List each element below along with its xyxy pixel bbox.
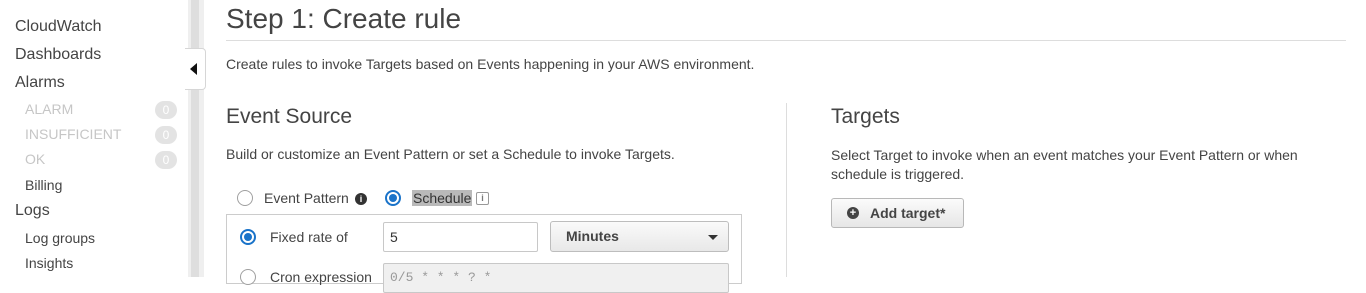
info-icon[interactable]: i [476, 192, 489, 205]
nav-ok-state[interactable]: OK [25, 151, 45, 167]
fixed-rate-radio[interactable] [240, 229, 256, 245]
rate-unit-value: Minutes [566, 228, 619, 244]
targets-description: Select Target to invoke when an event ma… [831, 147, 1298, 182]
cron-expression-label[interactable]: Cron expression [270, 269, 372, 285]
section-divider [786, 103, 787, 277]
nav-cloudwatch[interactable]: CloudWatch [15, 18, 102, 36]
info-icon[interactable]: i [355, 193, 367, 205]
collapse-sidebar-button[interactable] [185, 48, 206, 90]
nav-log-groups[interactable]: Log groups [25, 230, 95, 246]
add-target-label: Add target* [870, 205, 946, 221]
nav-insufficient-state[interactable]: INSUFFICIENT [25, 126, 121, 142]
fixed-rate-label[interactable]: Fixed rate of [270, 229, 348, 245]
sidebar: CloudWatch Dashboards Alarms ALARM 0 INS… [0, 0, 188, 277]
cron-expression-input[interactable]: 0/5 * * * ? * [383, 263, 729, 293]
rate-unit-select[interactable]: Minutes [550, 221, 729, 252]
nav-billing[interactable]: Billing [25, 177, 62, 193]
nav-logs[interactable]: Logs [15, 202, 50, 220]
page-title: Step 1: Create rule [226, 3, 462, 34]
fixed-rate-input[interactable]: 5 [383, 222, 538, 252]
alarm-count-badge: 0 [155, 101, 177, 119]
nav-alarms[interactable]: Alarms [15, 74, 65, 92]
chevron-down-icon [708, 235, 718, 240]
insufficient-count-badge: 0 [155, 126, 177, 144]
event-source-description: Build or customize an Event Pattern or s… [226, 146, 675, 162]
caret-left-icon [190, 63, 197, 75]
nav-insights[interactable]: Insights [25, 255, 73, 271]
nav-alarm-state[interactable]: ALARM [25, 101, 73, 117]
schedule-label[interactable]: Schedule [412, 190, 473, 206]
cron-expression-radio[interactable] [240, 269, 256, 285]
page-description: Create rules to invoke Targets based on … [226, 56, 755, 72]
event-pattern-radio[interactable] [237, 190, 253, 206]
nav-dashboards[interactable]: Dashboards [15, 46, 101, 64]
ok-count-badge: 0 [155, 151, 177, 169]
title-divider [226, 40, 1346, 41]
add-target-button[interactable]: + Add target* [831, 198, 964, 228]
schedule-radio[interactable] [385, 190, 401, 206]
targets-heading: Targets [831, 105, 900, 128]
event-source-heading: Event Source [226, 105, 353, 128]
plus-circle-icon: + [847, 207, 859, 219]
event-pattern-label[interactable]: Event Pattern [264, 190, 349, 206]
sidebar-scroll-thumb[interactable] [191, 0, 199, 277]
